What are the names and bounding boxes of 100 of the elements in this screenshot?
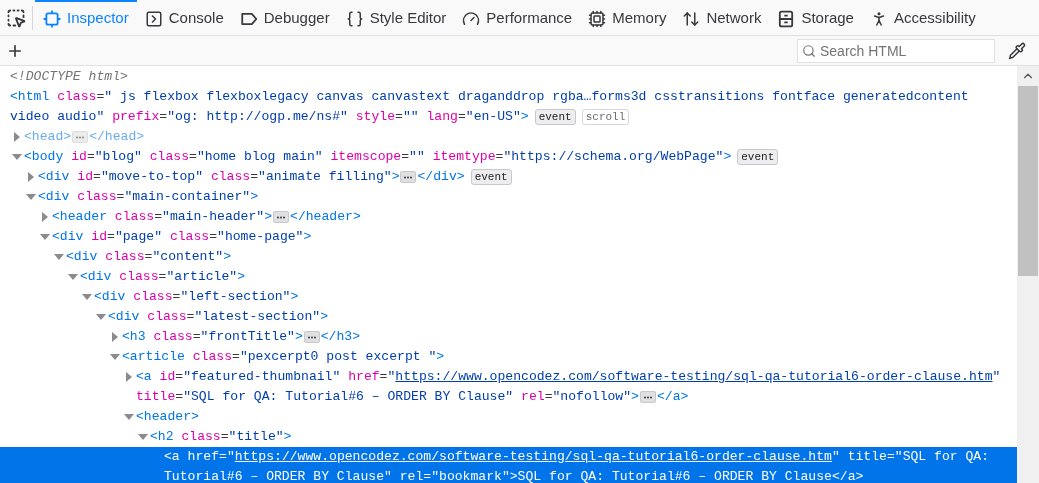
code-token: </h3> — [320, 328, 361, 346]
node-row[interactable]: <div class="article"> — [0, 267, 1017, 287]
expanded-arrow-icon[interactable] — [110, 352, 120, 362]
tab[interactable]: Console — [136, 0, 232, 36]
code-token: = — [209, 228, 218, 246]
collapsed-arrow-icon[interactable] — [110, 332, 120, 342]
code-token: <h2 — [150, 428, 174, 446]
code-token: "pexcerpt0 post excerpt " — [239, 348, 437, 366]
expanded-arrow-icon[interactable] — [82, 292, 92, 302]
code-token: <div — [38, 168, 70, 186]
code-token: <a — [136, 368, 152, 386]
node-row[interactable]: <div class="latest-section"> — [0, 307, 1017, 327]
node-row[interactable]: <div id="page" class="home-page"> — [0, 227, 1017, 247]
code-token: = — [175, 368, 184, 386]
code-token: " — [226, 448, 235, 466]
node-row[interactable]: <div id="move-to-top" class="animate filling"> </div> event — [0, 167, 1017, 187]
node-row[interactable]: <body id="blog" class="home blog main" itemscope="" itemtype="https://schema.org/WebPage"> event — [0, 147, 1017, 167]
expanded-arrow-icon[interactable] — [96, 312, 106, 322]
collapsed-arrow-icon[interactable] — [40, 212, 50, 222]
code-token: </a> — [831, 468, 864, 483]
code-token: = — [116, 188, 125, 206]
node-row[interactable]: <div class="content"> — [0, 247, 1017, 267]
collapsed-arrow-icon[interactable] — [124, 372, 134, 382]
node-row[interactable]: <h2 class="title"> — [0, 427, 1017, 447]
element-picker-icon[interactable] — [6, 7, 26, 28]
expanded-arrow-icon[interactable] — [68, 272, 78, 282]
ellipsis-icon[interactable] — [639, 391, 656, 403]
node-row[interactable]: <div class="main-container"> — [0, 187, 1017, 207]
node-row[interactable]: <a id="featured-thumbnail" href="https://www.opencodez.com/software-testing/sql-qa-tutorial6-order-clause.htm" title="SQL for QA: Tutorial#6 – ORDER BY Clause" rel="nofollow"> </a> — [0, 367, 1017, 407]
badge[interactable]: event — [737, 149, 779, 165]
code-token: "https://schema.org/WebPage" — [503, 148, 724, 166]
badge[interactable]: event — [470, 169, 512, 185]
chip-icon — [588, 9, 607, 28]
tab[interactable]: Debugger — [231, 0, 338, 36]
badge[interactable]: scroll — [581, 109, 630, 125]
code-token: video audio" — [10, 108, 105, 126]
tab[interactable]: Network — [674, 0, 770, 36]
code-token: style — [354, 108, 396, 126]
node-row[interactable]: <div class="left-section"> — [0, 287, 1017, 307]
link[interactable]: https://www.opencodez.com/software-testing/sql-qa-tutorial6-order-clause.htm — [395, 367, 993, 387]
node-row[interactable]: <article class="pexcerpt0 post excerpt "> — [0, 347, 1017, 367]
code-token: href — [347, 368, 380, 386]
ellipsis-icon[interactable] — [303, 331, 320, 343]
expanded-arrow-icon[interactable] — [124, 412, 134, 422]
code-token: <div — [38, 188, 70, 206]
ellipsis-icon[interactable] — [273, 211, 290, 223]
code-token: class — [148, 148, 190, 166]
tab[interactable]: Memory — [580, 0, 675, 36]
ellipsis-icon[interactable] — [400, 171, 417, 183]
tab[interactable]: Performance — [454, 0, 581, 36]
node-row[interactable]: <h3 class="frontTitle"> </h3> — [0, 327, 1017, 347]
code-token: lang — [425, 108, 458, 126]
code-token: "latest-section" — [194, 308, 321, 326]
code-token: <div — [108, 308, 140, 326]
collapsed-arrow-icon[interactable] — [26, 172, 36, 182]
code-token: = — [96, 88, 105, 106]
expanded-arrow-icon[interactable] — [138, 432, 148, 442]
code-token: > — [283, 428, 292, 446]
code-token: = — [219, 448, 227, 466]
code-token: " js flexbox flexboxlegacy canvas canvastext draganddrop rgba…forms3d csstransitions fontface generatedcontent — [104, 88, 970, 106]
code-token: "page" — [114, 228, 163, 246]
node-row[interactable]: <header class="main-header"> </header> — [0, 207, 1017, 227]
code-token: Tutorial#6 – ORDER BY Clause" — [164, 468, 392, 483]
code-token: = — [220, 428, 229, 446]
eyedropper-icon[interactable] — [1008, 41, 1026, 60]
code-token: <head> — [24, 128, 72, 146]
braces-icon — [345, 9, 364, 28]
code-token: "en-US" — [465, 108, 521, 126]
code-token: class — [180, 428, 221, 446]
code-token: class — [113, 208, 155, 226]
selected-node-row[interactable]: <a href="https://www.opencodez.com/software-testing/sql-qa-tutorial6-order-clause.htm" title="SQL for QA: Tutorial#6 – ORDER BY Clause" rel="bookmark">SQL for QA: Tutorial#6 – ORDER BY Clause</a> — [0, 447, 1017, 483]
node-row[interactable]: <!DOCTYPE html> — [0, 67, 1017, 87]
code-token: prefix — [111, 108, 160, 126]
tab[interactable]: Accessibility — [861, 0, 984, 36]
code-token: <a — [164, 448, 180, 466]
link[interactable]: https://www.opencodez.com/software-testing/sql-qa-tutorial6-order-clause.htm — [234, 447, 832, 467]
code-token: class — [76, 188, 117, 206]
expanded-arrow-icon[interactable] — [40, 232, 50, 242]
code-token: = — [250, 168, 259, 186]
tab[interactable]: Style Editor — [337, 0, 455, 36]
expanded-arrow-icon[interactable] — [26, 192, 36, 202]
code-token: id — [76, 168, 93, 186]
code-token: = — [159, 108, 168, 126]
code-token: = — [232, 348, 240, 366]
code-token: <body — [24, 148, 64, 166]
scrollbar[interactable] — [1017, 66, 1039, 483]
scrollbar-thumb[interactable] — [1018, 86, 1038, 276]
code-token: class — [146, 308, 187, 326]
badge[interactable]: event — [534, 109, 576, 125]
expanded-arrow-icon[interactable] — [12, 152, 22, 162]
code-token: "main-container" — [124, 188, 251, 206]
expanded-arrow-icon[interactable] — [54, 252, 64, 262]
code-token: > — [320, 308, 329, 326]
code-token: "SQL for QA: Tutorial#6 – ORDER BY Clause" — [183, 388, 514, 406]
code-token: > — [290, 288, 299, 306]
search-field[interactable]: Search HTML — [797, 38, 995, 63]
tab[interactable]: Storage — [769, 0, 862, 36]
node-row[interactable]: <header> — [0, 407, 1017, 427]
collapsed-arrow-icon[interactable] — [12, 132, 22, 142]
code-token: class — [152, 328, 193, 346]
